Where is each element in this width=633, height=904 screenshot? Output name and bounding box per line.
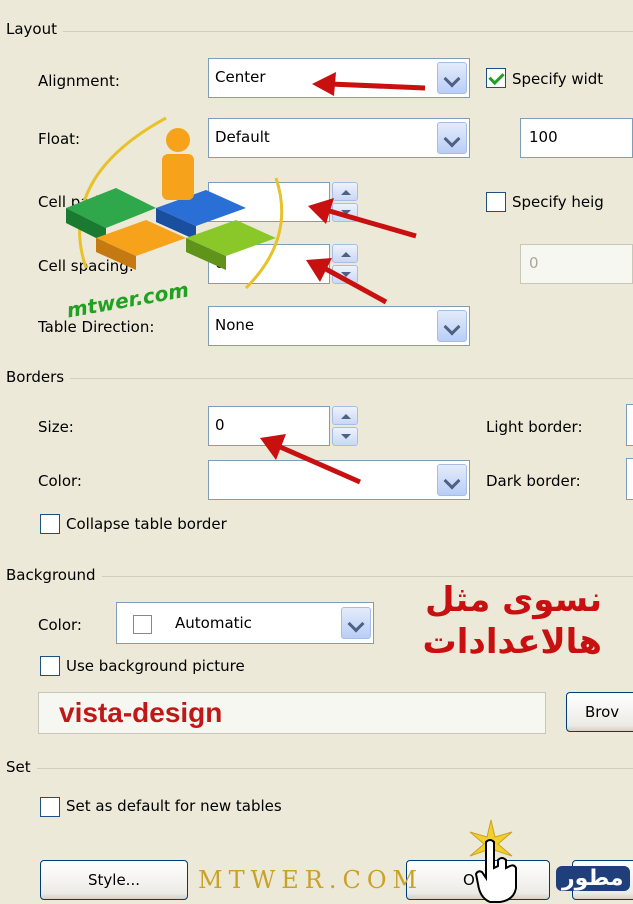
height-value: 0 <box>529 254 539 272</box>
background-color-dropdown[interactable]: Automatic <box>116 602 374 644</box>
border-size-value: 0 <box>215 416 225 434</box>
logo-text: مطور <box>556 866 630 891</box>
spin-down-icon[interactable] <box>332 203 358 222</box>
collapse-border-label: Collapse table border <box>66 515 227 533</box>
dark-border-color[interactable] <box>626 458 633 500</box>
chevron-down-icon[interactable] <box>437 122 467 154</box>
alignment-value: Center <box>215 68 266 86</box>
hand-cursor-icon <box>474 839 517 903</box>
style-button[interactable]: Style... <box>40 860 188 900</box>
picture-path-input[interactable]: vista-design <box>38 692 546 734</box>
border-size-input[interactable]: 0 <box>208 406 330 446</box>
dark-border-label: Dark border: <box>486 472 581 490</box>
spin-down-icon[interactable] <box>332 265 358 284</box>
border-size-label: Size: <box>38 418 74 436</box>
border-size-spinner[interactable] <box>332 406 358 446</box>
spin-up-icon[interactable] <box>332 406 358 425</box>
logo-blocks-icon <box>66 116 284 290</box>
layout-group-divider <box>6 31 633 32</box>
specify-height-label: Specify heig <box>512 193 604 211</box>
specify-width-label: Specify widt <box>512 70 604 88</box>
cell-spacing-spinner[interactable] <box>332 244 358 284</box>
chevron-down-icon[interactable] <box>437 464 467 496</box>
set-group-divider <box>6 768 633 769</box>
spin-up-icon[interactable] <box>332 244 358 263</box>
border-color-dropdown[interactable] <box>208 460 470 500</box>
background-color-value: Automatic <box>175 614 252 632</box>
border-color-label: Color: <box>38 472 82 490</box>
arabic-annotation-line2: هالاعدادات <box>422 622 602 662</box>
picture-path-value: vista-design <box>59 697 223 728</box>
background-group-label: Background <box>6 566 102 584</box>
set-default-label: Set as default for new tables <box>66 797 282 815</box>
alignment-dropdown[interactable]: Center <box>208 58 470 98</box>
borders-group-divider <box>6 378 633 379</box>
browse-button[interactable]: Brov <box>566 692 633 732</box>
use-picture-label: Use background picture <box>66 657 245 675</box>
spin-up-icon[interactable] <box>332 182 358 201</box>
arabic-annotation-line1: نسوى مثل <box>425 580 602 620</box>
set-default-checkbox[interactable] <box>40 797 60 817</box>
spin-down-icon[interactable] <box>332 427 358 446</box>
watermark-bottom: MTWER.COM <box>198 866 424 894</box>
light-border-color[interactable] <box>626 404 633 446</box>
layout-group-label: Layout <box>6 20 63 38</box>
collapse-border-checkbox[interactable] <box>40 514 60 534</box>
borders-group-label: Borders <box>6 368 71 386</box>
color-swatch <box>133 615 152 634</box>
height-input[interactable]: 0 <box>520 244 633 284</box>
specify-height-checkbox[interactable] <box>486 192 506 212</box>
width-input[interactable]: 100 <box>520 118 633 158</box>
width-value: 100 <box>529 128 558 146</box>
chevron-down-icon[interactable] <box>437 62 467 94</box>
chevron-down-icon[interactable] <box>437 310 467 342</box>
chevron-down-icon[interactable] <box>341 607 371 639</box>
use-picture-checkbox[interactable] <box>40 656 60 676</box>
cell-padding-spinner[interactable] <box>332 182 358 222</box>
background-color-label: Color: <box>38 616 82 634</box>
alignment-label: Alignment: <box>38 72 120 90</box>
set-group-label: Set <box>6 758 37 776</box>
specify-width-checkbox[interactable] <box>486 68 506 88</box>
light-border-label: Light border: <box>486 418 583 436</box>
